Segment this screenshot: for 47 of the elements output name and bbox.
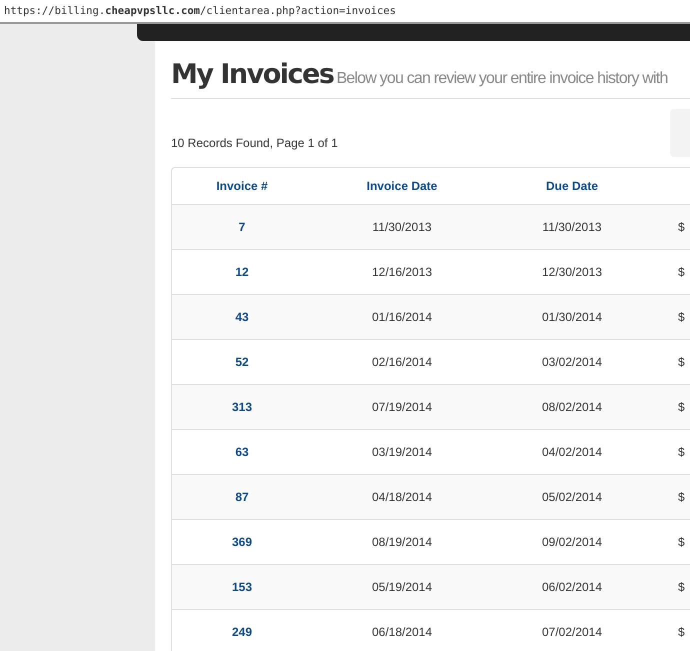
table-cell: 01/16/2014 [372,310,432,324]
table-cell: 11/30/2013 [542,220,602,234]
invoice-link[interactable]: 313 [232,400,252,414]
column-header[interactable]: Invoice Date [366,179,438,193]
table-cell: $ [678,265,685,279]
table-cell: 08/19/2014 [372,535,432,549]
table-cell: 08/02/2014 [542,400,602,414]
invoice-link[interactable]: 7 [238,220,246,234]
table-cell: $ [678,355,685,369]
column-header[interactable]: Invoice # [216,179,268,193]
table-cell: 05/02/2014 [542,490,602,504]
invoice-link[interactable]: 87 [235,490,249,504]
table-cell: $ [678,535,685,549]
table-cell: 04/02/2014 [542,445,602,459]
table-cell: 07/19/2014 [372,400,432,414]
invoice-link[interactable]: 52 [235,355,249,369]
table-cell: $ [678,580,685,594]
table-cell: 05/19/2014 [372,580,432,594]
records-summary: 10 Records Found, Page 1 of 1 [171,136,338,150]
table-cell: 02/16/2014 [372,355,432,369]
invoice-link[interactable]: 63 [235,445,249,459]
invoice-link[interactable]: 153 [232,580,252,594]
invoice-link[interactable]: 249 [232,625,252,639]
table-cell: 07/02/2014 [542,625,602,639]
table-cell: 04/18/2014 [372,490,432,504]
table-cell: $ [678,445,685,459]
table-cell: 03/19/2014 [372,445,432,459]
table-cell: 01/30/2014 [542,310,602,324]
table-cell: 12/16/2013 [372,265,432,279]
invoice-link[interactable]: 43 [235,310,249,324]
table-cell: 03/02/2014 [542,355,602,369]
table-cell: 06/02/2014 [542,580,602,594]
table-cell: $ [678,490,685,504]
table-cell: 11/30/2013 [372,220,432,234]
column-header[interactable]: Due Date [546,179,598,193]
address-bar-url[interactable]: https://billing.cheapvpsllc.com/clientarea.php?action=invoices [0,0,690,24]
table-cell: 06/18/2014 [372,625,432,639]
page-title: My Invoices [171,59,334,90]
table-cell: 09/02/2014 [542,535,602,549]
table-cell: $ [678,220,685,234]
table-cell: $ [678,310,685,324]
table-cell: $ [678,625,685,639]
table-cell: $ [678,400,685,414]
page-subtitle: Below you can review your entire invoice history with [336,70,668,87]
table-cell: 12/30/2013 [542,265,602,279]
invoice-link[interactable]: 369 [232,535,252,549]
invoice-link[interactable]: 12 [235,265,249,279]
